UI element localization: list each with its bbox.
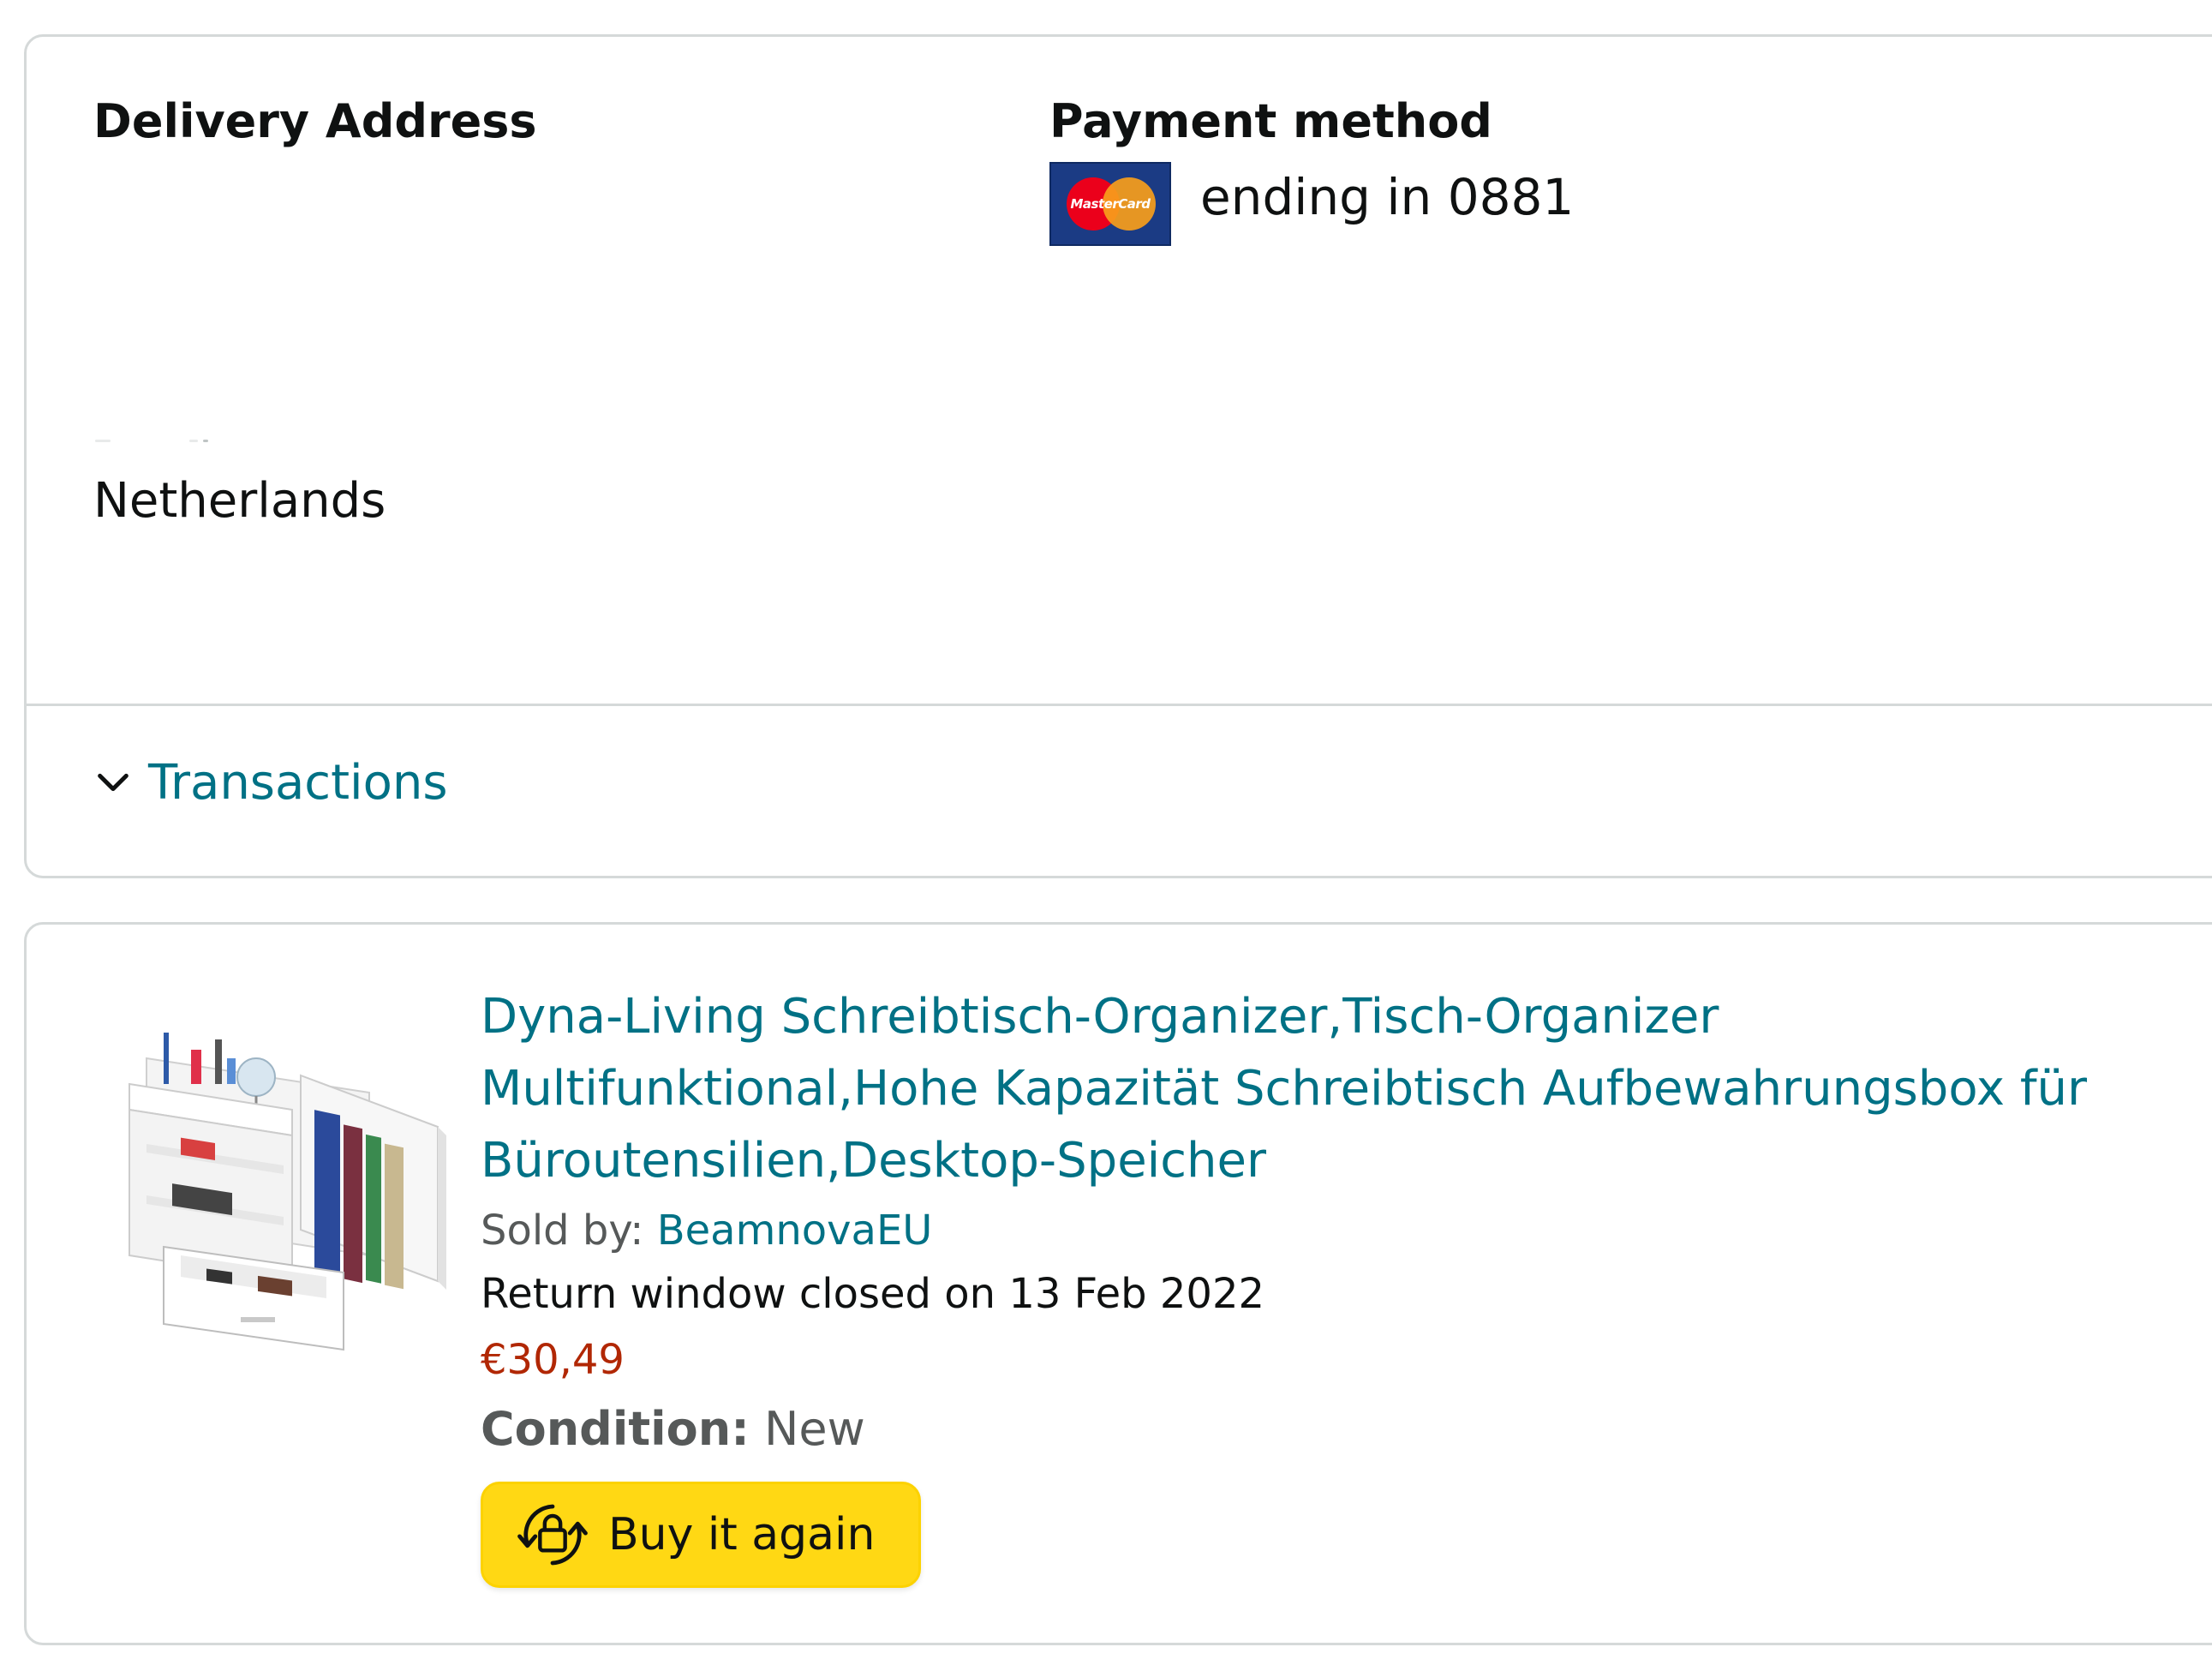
buy-again-icon	[517, 1504, 588, 1566]
delivery-address-heading: Delivery Address	[93, 94, 537, 148]
address-redacted-lines	[95, 440, 292, 445]
item-condition: Condition: New	[481, 1394, 2203, 1464]
address-country: Netherlands	[93, 473, 386, 529]
condition-value: New	[749, 1402, 865, 1456]
order-item-card: Dyna-Living Schreibtisch-Organizer,Tisch…	[24, 922, 2212, 1645]
chevron-down-icon	[98, 773, 129, 792]
buy-it-again-label: Buy it again	[608, 1509, 876, 1560]
mastercard-icon: MasterCard	[1049, 162, 1171, 246]
product-title-link[interactable]: Dyna-Living Schreibtisch-Organizer,Tisch…	[481, 981, 2203, 1197]
return-window-status: Return window closed on 13 Feb 2022	[481, 1270, 1265, 1318]
mastercard-logo-text: MasterCard	[1070, 196, 1151, 212]
product-details: Dyna-Living Schreibtisch-Organizer,Tisch…	[481, 981, 2203, 1588]
sold-by: Sold by: BeamnovaEU	[481, 1199, 2203, 1262]
sold-by-label: Sold by:	[481, 1207, 657, 1255]
seller-link[interactable]: BeamnovaEU	[657, 1207, 933, 1255]
order-summary-card: Delivery Address Netherlands Payment met…	[24, 34, 2212, 878]
item-price: €30,49	[481, 1336, 625, 1384]
transactions-toggle[interactable]: Transactions	[93, 748, 448, 817]
condition-label: Condition:	[481, 1402, 750, 1456]
payment-card-ending: ending in 0881	[1200, 168, 1575, 226]
order-summary-top: Delivery Address Netherlands Payment met…	[27, 37, 2212, 706]
payment-method-heading: Payment method	[1049, 94, 1492, 148]
buy-it-again-button[interactable]: Buy it again	[481, 1482, 921, 1588]
order-details-page: Delivery Address Netherlands Payment met…	[0, 0, 2212, 1659]
transactions-label[interactable]: Transactions	[148, 755, 448, 811]
desk-organizer-product-image[interactable]	[112, 998, 455, 1375]
